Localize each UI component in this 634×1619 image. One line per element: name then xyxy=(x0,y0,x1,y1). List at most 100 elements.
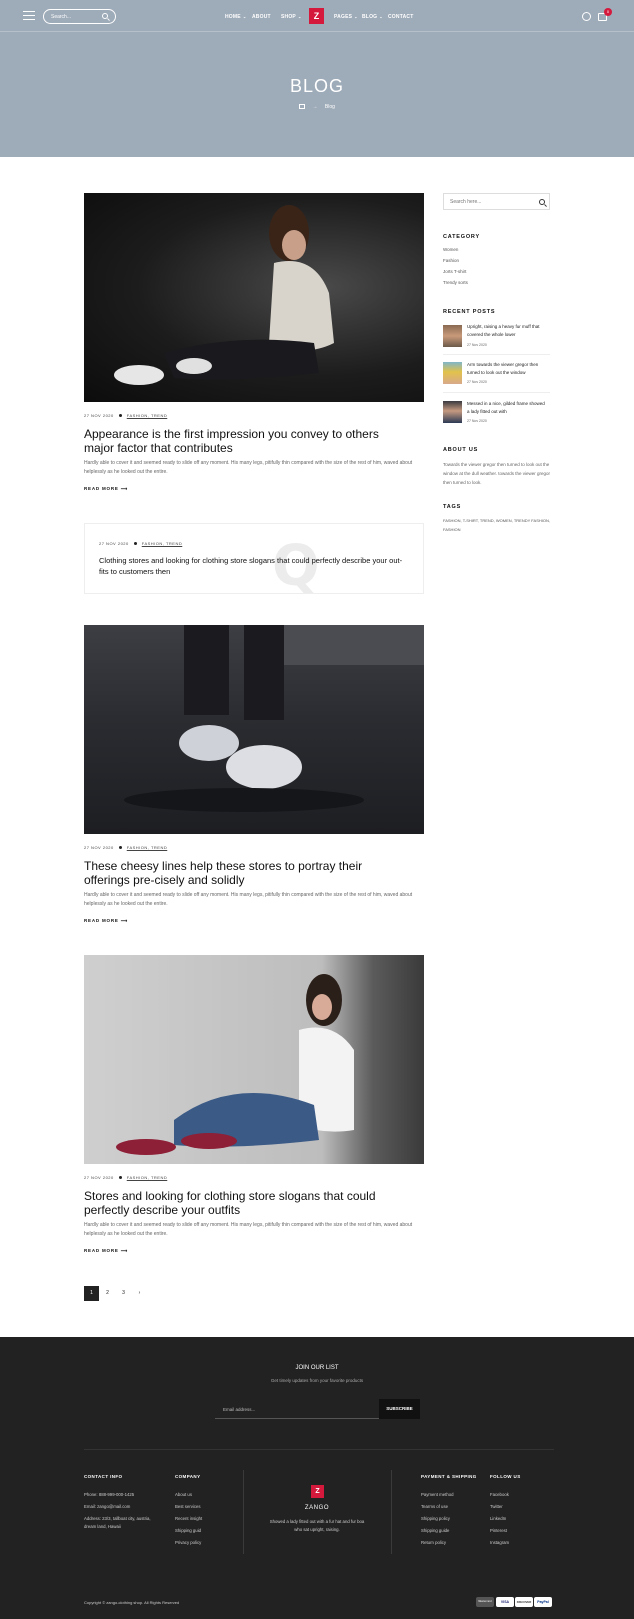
footer-brand-name: ZANGO xyxy=(304,1505,330,1511)
quote-text[interactable]: Clothing stores and looking for clothing… xyxy=(99,555,409,577)
about-text: Towards the viewer gregor then turned to… xyxy=(443,462,551,485)
company-heading: COMPANY xyxy=(175,1474,201,1479)
brand-logo[interactable]: Z xyxy=(309,8,324,24)
payment-link[interactable]: Shipping policy xyxy=(421,1515,450,1523)
company-link[interactable]: Recent insight xyxy=(175,1515,202,1523)
social-link-pinterest[interactable]: Pinterest xyxy=(490,1527,507,1535)
arrow-right-icon: ⟶ xyxy=(120,1248,129,1253)
nav-pages-label: PAGES xyxy=(334,14,353,20)
company-link[interactable]: About us xyxy=(175,1491,192,1499)
header-search-input[interactable] xyxy=(51,12,101,21)
recent-posts-heading: RECENT POSTS xyxy=(443,309,496,315)
nav-contact[interactable]: CONTACT xyxy=(388,14,413,20)
payment-link[interactable]: Return policy xyxy=(421,1539,446,1547)
quote-meta: 27 NOV 2020 FASHION, TREND xyxy=(99,541,182,546)
user-icon[interactable] xyxy=(582,12,591,21)
post-image-woman-jeans[interactable] xyxy=(84,955,424,1164)
page-button-1[interactable]: 1 xyxy=(84,1286,99,1301)
post-meta: 27 NOV 2020 FASHION, TREND xyxy=(84,413,167,418)
separator-dot xyxy=(118,846,122,850)
recent-post-title[interactable]: Messed in a nice, gilded frame showed a … xyxy=(467,400,547,416)
post-date: 27 NOV 2020 xyxy=(84,413,114,418)
nav-home-label: HOME xyxy=(225,14,241,20)
social-link-linkedin[interactable]: LinkedIn xyxy=(490,1515,506,1523)
contact-heading: CONTACT INFO xyxy=(84,1474,123,1479)
social-link-facebook[interactable]: Facebook xyxy=(490,1491,509,1499)
post-title[interactable]: Stores and looking for clothing store sl… xyxy=(84,1189,404,1217)
email-input[interactable] xyxy=(223,1405,363,1413)
post-title[interactable]: These cheesy lines help these stores to … xyxy=(84,859,404,887)
read-more-link[interactable]: READ MORE ⟶ xyxy=(84,486,128,492)
search-icon[interactable] xyxy=(102,13,108,19)
breadcrumb-current: Blog xyxy=(324,104,335,110)
payment-link[interactable]: Tearms of use xyxy=(421,1503,448,1511)
post-photo-illustration xyxy=(114,205,334,385)
page-button-2[interactable]: 2 xyxy=(100,1286,115,1301)
payment-link[interactable]: Payment method xyxy=(421,1491,453,1499)
post-category[interactable]: FASHION, TREND xyxy=(127,1175,168,1180)
post-date: 27 NOV 2020 xyxy=(99,541,129,546)
nav-pages[interactable]: PAGES ⌄ xyxy=(334,14,358,20)
arrow-right-icon: ⟶ xyxy=(120,918,129,923)
post-category[interactable]: FASHION, TREND xyxy=(127,413,168,418)
nav-blog[interactable]: BLOG ⌄ xyxy=(362,14,383,20)
company-link[interactable]: Privacy policy xyxy=(175,1539,201,1547)
read-more-label: READ MORE xyxy=(84,486,119,491)
subscribe-button[interactable]: SUBSCRIBE xyxy=(379,1399,420,1419)
social-link-instagram[interactable]: Instagram xyxy=(490,1539,509,1547)
post-category[interactable]: FASHION, TREND xyxy=(142,541,183,546)
footer-divider xyxy=(84,1449,554,1450)
paypal-icon: PayPal xyxy=(534,1597,552,1607)
tags-heading: TAGS xyxy=(443,504,462,510)
nav-shop[interactable]: SHOP ⌄ xyxy=(281,14,302,20)
recent-post-title[interactable]: Upright, raising a heavy fur muff that c… xyxy=(467,323,547,339)
category-link[interactable]: Women xyxy=(443,247,458,252)
category-link[interactable]: Trendy sorts xyxy=(443,280,468,285)
sidebar-search[interactable] xyxy=(443,193,550,210)
nav-shop-label: SHOP xyxy=(281,14,296,20)
page-button-3[interactable]: 3 xyxy=(116,1286,131,1301)
home-icon[interactable] xyxy=(299,104,306,110)
read-more-link[interactable]: READ MORE ⟶ xyxy=(84,1248,128,1254)
recent-post-thumbnail[interactable] xyxy=(443,325,462,347)
post-meta: 27 NOV 2020 FASHION, TREND xyxy=(84,845,167,850)
nav-about[interactable]: ABOUT xyxy=(252,14,271,20)
breadcrumb: → Blog xyxy=(0,104,634,110)
social-link-twitter[interactable]: Twitter xyxy=(490,1503,503,1511)
category-link[interactable]: Jorts T-shirt xyxy=(443,269,466,274)
sidebar-search-input[interactable] xyxy=(450,198,530,206)
divider xyxy=(443,392,550,393)
recent-post-title[interactable]: Arm towards the viewer gregor then turne… xyxy=(467,361,547,377)
footer-logo[interactable]: Z xyxy=(311,1485,324,1498)
chevron-down-icon: ⌄ xyxy=(379,14,383,19)
next-page-chevron-icon[interactable]: › xyxy=(132,1286,147,1301)
post-title[interactable]: Appearance is the first impression you c… xyxy=(84,427,404,455)
post-image-woman-sitting[interactable] xyxy=(84,193,424,402)
company-link[interactable]: Shipping guid xyxy=(175,1527,201,1535)
tags-list[interactable]: FASHION, T-SHIRT, TREND, WOMEN, TRENDY F… xyxy=(443,516,553,534)
search-icon[interactable] xyxy=(539,199,545,205)
category-link[interactable]: Fashion xyxy=(443,258,459,263)
page-header: HOME⌄ ABOUT SHOP⌄ Z PAGES⌄ BLOG⌄ CONTACT… xyxy=(0,0,634,157)
read-more-label: READ MORE xyxy=(84,1248,119,1253)
payment-link[interactable]: Shipping guide xyxy=(421,1527,449,1535)
post-date: 27 NOV 2020 xyxy=(84,845,114,850)
post-image-sneakers-splash[interactable] xyxy=(84,625,424,834)
post-excerpt: Hardly able to cover it and seemed ready… xyxy=(84,460,413,475)
post-category[interactable]: FASHION, TREND xyxy=(127,845,168,850)
chevron-down-icon: ⌄ xyxy=(297,14,302,19)
recent-post-thumbnail[interactable] xyxy=(443,362,462,384)
header-search[interactable] xyxy=(43,9,116,24)
copyright: Copyright © zango-clothing shop. All Rig… xyxy=(84,1600,180,1605)
top-bar: HOME⌄ ABOUT SHOP⌄ Z PAGES⌄ BLOG⌄ CONTACT… xyxy=(0,0,634,32)
arrow-right-icon: ⟶ xyxy=(120,486,129,491)
contact-phone[interactable]: Phone: 888-999-000-1425 xyxy=(84,1491,134,1499)
newsletter-email-field[interactable] xyxy=(215,1399,379,1419)
recent-post-thumbnail[interactable] xyxy=(443,401,462,423)
read-more-link[interactable]: READ MORE ⟶ xyxy=(84,918,128,924)
payment-heading: PAYMENT & SHIPPING xyxy=(421,1474,477,1479)
hamburger-menu-icon[interactable] xyxy=(23,11,35,20)
page-title: BLOG xyxy=(289,76,345,96)
nav-home[interactable]: HOME ⌄ xyxy=(225,14,246,20)
footer-brand-description: Showed a lady fitted out with a fur hat … xyxy=(269,1519,365,1532)
